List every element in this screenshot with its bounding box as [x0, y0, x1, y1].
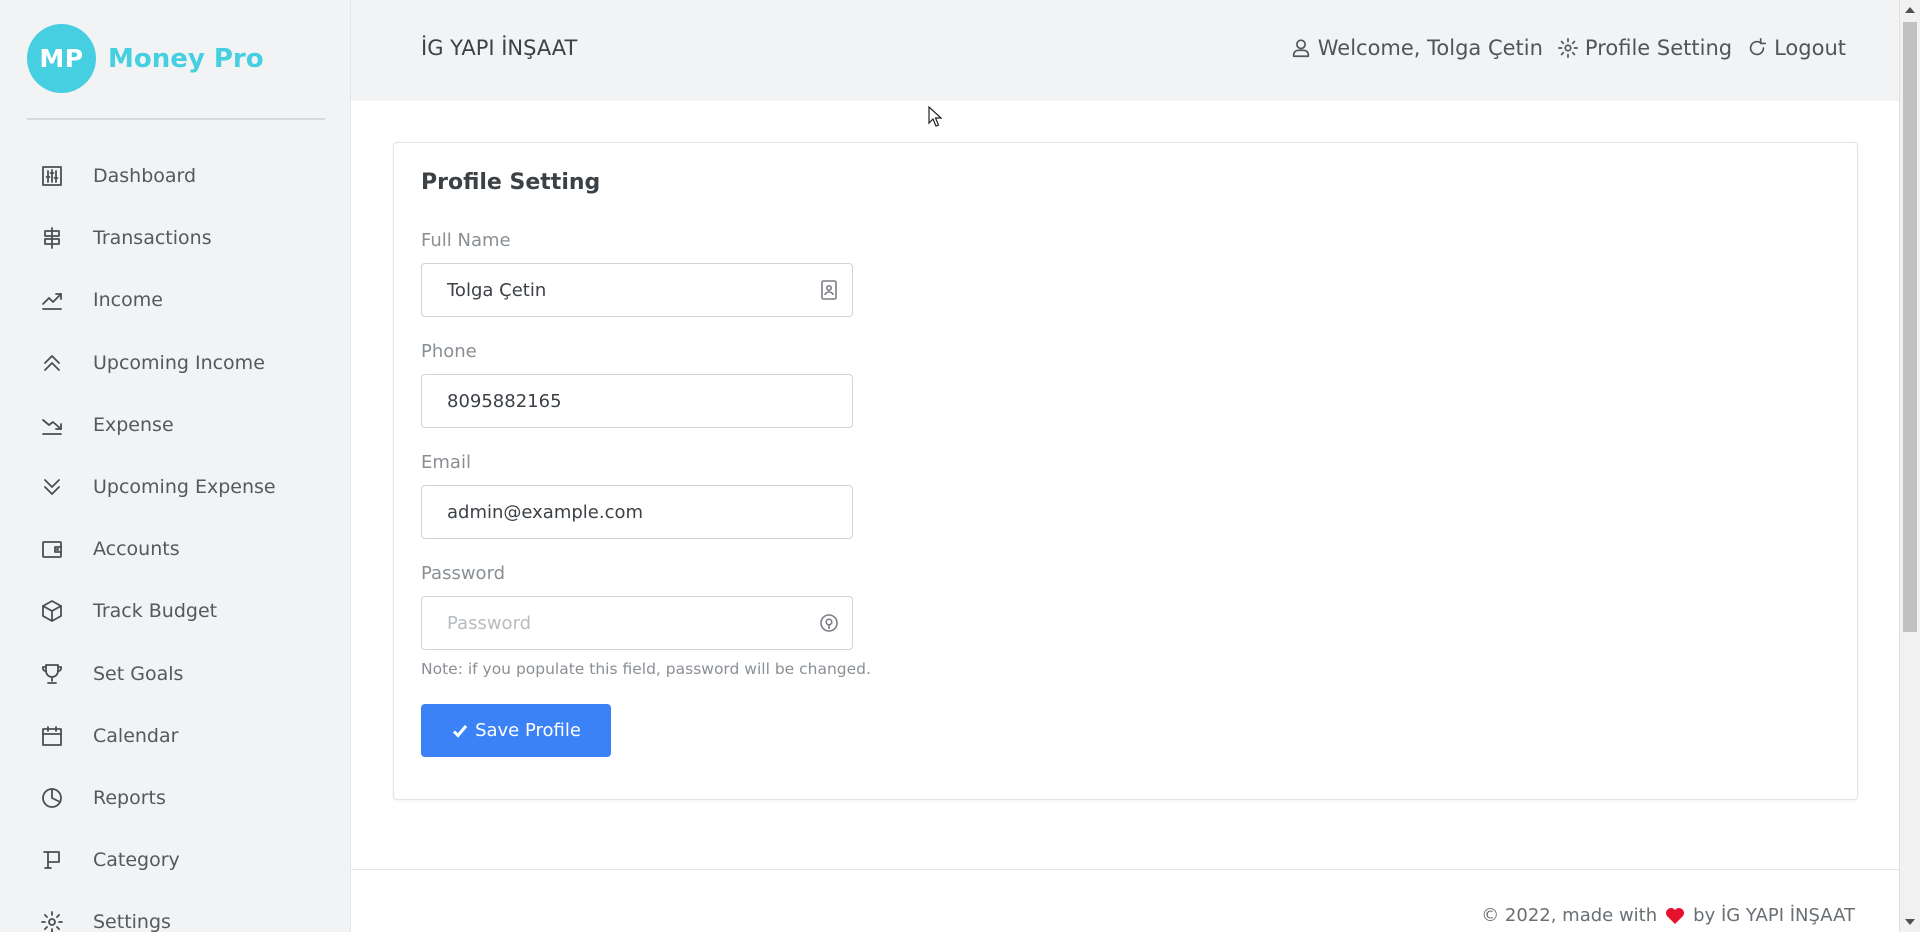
- sidebar-item-reports[interactable]: Reports: [0, 767, 350, 829]
- sidebar-item-label: Calendar: [93, 724, 179, 747]
- email-label: Email: [421, 452, 471, 473]
- sidebar-item-label: Settings: [93, 911, 171, 932]
- profile-setting-link[interactable]: Profile Setting: [1557, 36, 1732, 60]
- phone-label: Phone: [421, 341, 477, 362]
- sidebar-item-expense[interactable]: Expense: [0, 394, 350, 456]
- sidebar-item-settings[interactable]: Settings: [0, 891, 350, 932]
- sidebar-item-dashboard[interactable]: Dashboard: [0, 145, 350, 207]
- profile-setting-card: Profile Setting Full Name Phone Email Pa…: [393, 142, 1858, 800]
- sidebar-item-label: Upcoming Income: [93, 351, 265, 374]
- full-name-input[interactable]: [421, 263, 853, 317]
- footer-text-after: by İG YAPI İNŞAAT: [1693, 905, 1855, 926]
- transactions-icon: [39, 225, 65, 251]
- sidebar-item-category[interactable]: Category: [0, 829, 350, 891]
- sidebar-item-label: Transactions: [93, 227, 212, 250]
- sidebar: MP Money Pro Dashboard Transactions Inco…: [0, 0, 351, 932]
- password-label: Password: [421, 563, 506, 584]
- sidebar-item-label: Dashboard: [93, 165, 197, 188]
- save-profile-button[interactable]: Save Profile: [421, 704, 611, 757]
- sidebar-item-label: Expense: [93, 413, 174, 436]
- sidebar-item-calendar[interactable]: Calendar: [0, 705, 350, 767]
- sidebar-item-label: Upcoming Expense: [93, 476, 276, 499]
- calendar-icon: [39, 723, 65, 749]
- trend-down-icon: [39, 412, 65, 438]
- sidebar-item-income[interactable]: Income: [0, 269, 350, 331]
- brand-name: Money Pro: [108, 43, 264, 74]
- sidebar-item-track-budget[interactable]: Track Budget: [0, 580, 350, 642]
- user-icon: [1292, 39, 1309, 58]
- save-profile-label: Save Profile: [475, 720, 581, 741]
- trend-up-icon: [39, 287, 65, 313]
- redo-arrow-icon: [1749, 38, 1767, 56]
- top-bar: İG YAPI İNŞAAT Welcome, Tolga Çetin Prof…: [351, 0, 1899, 101]
- page-scrollbar[interactable]: [1899, 0, 1920, 932]
- mouse-cursor-icon: [928, 106, 942, 127]
- sidebar-item-label: Income: [93, 289, 163, 312]
- wallet-icon: [39, 536, 65, 562]
- welcome-text: Welcome, Tolga Çetin: [1317, 36, 1543, 60]
- brand-logo: MP: [27, 24, 96, 93]
- welcome-user-link[interactable]: Welcome, Tolga Çetin: [1290, 36, 1543, 60]
- flag-icon: [39, 847, 65, 873]
- gear-icon: [1557, 38, 1578, 58]
- footer: © 2022, made with by İG YAPI İNŞAAT: [1481, 905, 1855, 926]
- card-title: Profile Setting: [421, 170, 601, 195]
- gear-icon: [39, 909, 65, 932]
- sidebar-item-label: Track Budget: [93, 600, 218, 623]
- sidebar-item-transactions[interactable]: Transactions: [0, 207, 350, 269]
- key-icon: [818, 612, 840, 634]
- phone-input[interactable]: [421, 374, 853, 428]
- dashboard-sliders-icon: [39, 163, 65, 189]
- contact-card-icon: [818, 279, 840, 301]
- checkmark-icon: [453, 724, 468, 738]
- password-note: Note: if you populate this field, passwo…: [421, 660, 871, 678]
- logout-label: Logout: [1774, 36, 1846, 60]
- sidebar-divider: [27, 118, 325, 120]
- heart-icon: [1666, 907, 1685, 924]
- sidebar-item-upcoming-income[interactable]: Upcoming Income: [0, 332, 350, 394]
- double-chevron-up-icon: [39, 350, 65, 376]
- sidebar-item-label: Reports: [93, 786, 166, 809]
- logout-link[interactable]: Logout: [1746, 36, 1846, 60]
- sidebar-item-label: Set Goals: [93, 662, 184, 685]
- box-icon: [39, 598, 65, 624]
- footer-divider: [351, 869, 1899, 870]
- sidebar-nav: Dashboard Transactions Income Upcoming I…: [0, 145, 350, 932]
- scroll-down-arrow-icon[interactable]: [1905, 919, 1915, 925]
- sidebar-item-accounts[interactable]: Accounts: [0, 518, 350, 580]
- scroll-up-arrow-icon[interactable]: [1905, 7, 1915, 13]
- double-chevron-down-icon: [39, 474, 65, 500]
- email-input[interactable]: [421, 485, 853, 539]
- password-input[interactable]: [421, 596, 853, 650]
- sidebar-item-set-goals[interactable]: Set Goals: [0, 643, 350, 705]
- profile-setting-label: Profile Setting: [1584, 36, 1733, 60]
- scrollbar-thumb[interactable]: [1903, 22, 1917, 632]
- full-name-label: Full Name: [421, 230, 511, 251]
- sidebar-item-upcoming-expense[interactable]: Upcoming Expense: [0, 456, 350, 518]
- brand[interactable]: MP Money Pro: [27, 24, 264, 93]
- pie-chart-icon: [39, 785, 65, 811]
- sidebar-item-label: Category: [93, 849, 180, 872]
- sidebar-item-label: Accounts: [93, 538, 180, 561]
- company-name: İG YAPI İNŞAAT: [421, 36, 578, 60]
- user-menu: Welcome, Tolga Çetin Profile Setting Log…: [1276, 36, 1846, 60]
- footer-text-before: © 2022, made with: [1481, 905, 1658, 926]
- trophy-icon: [39, 661, 65, 687]
